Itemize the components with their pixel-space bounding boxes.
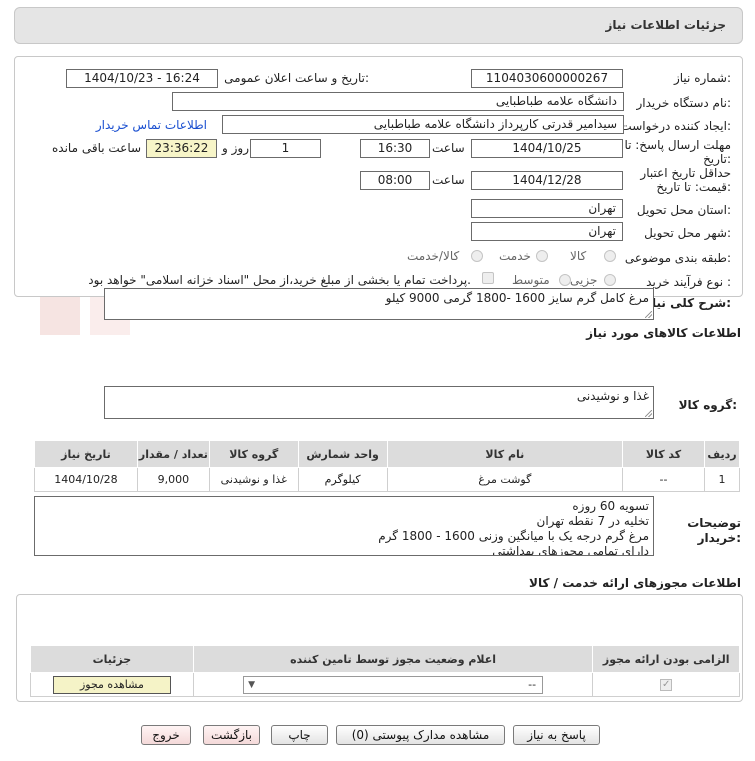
days-remaining-field: 1	[250, 139, 321, 158]
page-title: جزئیات اطلاعات نیاز	[605, 18, 726, 32]
table-row: مشاهده مجوز -- ▼ ✓	[30, 672, 740, 697]
requester-field: سیدامیر قدرتی کارپرداز دانشگاه علامه طبا…	[222, 115, 624, 134]
buyer-note-line: تسویه 60 روزه	[572, 499, 649, 513]
purchase-radio-minor[interactable]	[604, 274, 616, 286]
deadline-time-field: 16:30	[360, 139, 430, 158]
required-checkbox[interactable]: ✓	[660, 678, 673, 691]
goods-col-code: کد کالا	[622, 440, 705, 468]
goods-table-header: تاریخ نیاز تعداد / مقدار گروه کالا واحد …	[34, 440, 741, 468]
purchase-option-minor: جزیی	[570, 273, 598, 287]
purchase-type-label: نوع فرآیند خرید :	[646, 275, 731, 289]
cell-required: ✓	[592, 672, 740, 697]
permits-col-details: جزئیات	[30, 645, 194, 673]
buyer-org-label: نام دستگاه خریدار:	[636, 96, 732, 110]
goods-col-row: ردیف	[703, 440, 741, 468]
validity-date-field: 1404/12/28	[471, 171, 623, 190]
goods-col-need-date: تاریخ نیاز	[34, 440, 138, 468]
province-label: استان محل تحویل:	[636, 203, 731, 217]
buyer-contact-link[interactable]: اطلاعات تماس خریدار	[96, 118, 207, 132]
cell-details: مشاهده مجوز	[30, 672, 194, 697]
permit-status-value: --	[528, 677, 537, 691]
page-header: جزئیات اطلاعات نیاز	[14, 7, 743, 44]
goods-group-field: غذا و نوشیدنی	[104, 386, 654, 419]
goods-group-label: گروه کالا:	[678, 398, 737, 412]
province-field: تهران	[471, 199, 623, 218]
city-field: تهران	[471, 222, 623, 241]
permits-col-required: الزامی بودن ارائه مجوز	[592, 645, 740, 673]
purchase-radio-medium[interactable]	[559, 274, 571, 286]
cell-group: غذا و نوشیدنی	[208, 467, 299, 492]
buyer-note-line: مرغ گرم درجه یک با میانگین وزنی 1600 - 1…	[378, 529, 649, 543]
permits-col-status: اعلام وضعیت مجوز توسط تامین کننده	[192, 645, 594, 673]
exit-button[interactable]: خروج	[141, 725, 191, 745]
remaining-label: ساعت باقی مانده	[52, 141, 142, 155]
permits-table-header: جزئیات اعلام وضعیت مجوز توسط تامین کننده…	[30, 645, 740, 673]
category-radio-service[interactable]	[536, 250, 548, 262]
category-option-service: خدمت	[499, 249, 531, 263]
resize-handle-icon[interactable]	[645, 311, 652, 318]
resize-handle-icon[interactable]	[645, 410, 652, 417]
goods-col-unit: واحد شمارش	[297, 440, 388, 468]
print-button[interactable]: چاپ	[271, 725, 328, 745]
attachments-button[interactable]: مشاهده مدارک پیوستی (0)	[336, 725, 505, 745]
goods-col-quantity: تعداد / مقدار	[136, 440, 210, 468]
overall-desc-label: شرح کلی نیاز:	[645, 296, 731, 310]
goods-table: تاریخ نیاز تعداد / مقدار گروه کالا واحد …	[34, 440, 741, 492]
permit-status-select[interactable]: -- ▼	[243, 675, 544, 694]
permits-table: جزئیات اعلام وضعیت مجوز توسط تامین کننده…	[30, 645, 740, 697]
deadline-time-label: ساعت	[432, 141, 465, 155]
buyer-org-field: دانشگاه علامه طباطبایی	[172, 92, 624, 111]
validity-label: حداقل تاریخ اعتبار	[640, 166, 731, 180]
category-option-goods: کالا	[570, 249, 587, 263]
announce-label: تاریخ و ساعت اعلان عمومی:	[224, 71, 369, 85]
cell-need-date: 1404/10/28	[34, 467, 138, 492]
days-label: روز و	[222, 141, 249, 155]
city-label: شهر محل تحویل:	[644, 226, 731, 240]
category-option-both: کالا/خدمت	[407, 249, 460, 263]
chevron-down-icon: ▼	[248, 679, 256, 690]
cell-quantity: 9,000	[136, 467, 210, 492]
table-row: 1404/10/28 9,000 غذا و نوشیدنی کیلوگرم گ…	[34, 467, 741, 492]
overall-desc-field: مرغ کامل گرم سایز 1600 -1800 گرمی 9000 ک…	[104, 288, 654, 320]
validity-time-label: ساعت	[432, 173, 465, 187]
cell-row: 1	[703, 467, 741, 492]
goods-col-name: نام کالا	[386, 440, 624, 468]
cell-name: گوشت مرغ	[386, 467, 624, 492]
goods-col-group: گروه کالا	[208, 440, 299, 468]
view-permit-button[interactable]: مشاهده مجوز	[52, 675, 171, 694]
purchase-option-medium: متوسط	[512, 273, 550, 287]
back-button[interactable]: بازگشت	[203, 725, 260, 745]
cell-status: -- ▼	[192, 672, 594, 697]
cell-code: --	[622, 467, 705, 492]
validity-label-2: قیمت: تا تاریخ:	[656, 180, 731, 194]
overall-desc-text: مرغ کامل گرم سایز 1600 -1800 گرمی 9000 ک…	[385, 291, 649, 305]
category-label: طبقه بندی موضوعی:	[624, 251, 731, 265]
announce-field: 1404/10/23 - 16:24	[66, 69, 218, 88]
treasury-checkbox[interactable]	[482, 272, 494, 284]
requester-label: ایجاد کننده درخواست:	[620, 119, 731, 133]
goods-info-title: اطلاعات کالاهای مورد نیاز	[586, 326, 741, 340]
validity-time-field: 08:00	[360, 171, 430, 190]
permits-title: اطلاعات مجوزهای ارائه خدمت / کالا	[529, 576, 741, 590]
need-number-field: 1104030600000267	[471, 69, 623, 88]
deadline-date-field: 1404/10/25	[471, 139, 623, 158]
buyer-note-line: تخلیه در 7 نقطه تهران	[536, 514, 650, 528]
category-radio-goods[interactable]	[604, 250, 616, 262]
buyer-note-line: دارای تمامی مجوزهای بهداشتی	[492, 544, 649, 556]
remaining-time-field: 23:36:22	[146, 139, 217, 158]
cell-unit: کیلوگرم	[297, 467, 388, 492]
payment-note: پرداخت تمام یا بخشی از مبلغ خرید،از محل …	[88, 273, 471, 287]
buyer-notes-label: توضیحات	[687, 516, 741, 530]
buyer-notes-field: تسویه 60 روزه تخلیه در 7 نقطه تهران مرغ …	[34, 496, 654, 556]
reply-button[interactable]: پاسخ به نیاز	[513, 725, 600, 745]
buyer-notes-label-2: خریدار:	[697, 531, 741, 545]
goods-group-text: غذا و نوشیدنی	[576, 389, 649, 403]
deadline-label: مهلت ارسال پاسخ: تا	[624, 138, 731, 152]
deadline-label-2: تاریخ:	[703, 152, 731, 166]
category-radio-both[interactable]	[471, 250, 483, 262]
need-number-label: شماره نیاز:	[673, 71, 731, 85]
